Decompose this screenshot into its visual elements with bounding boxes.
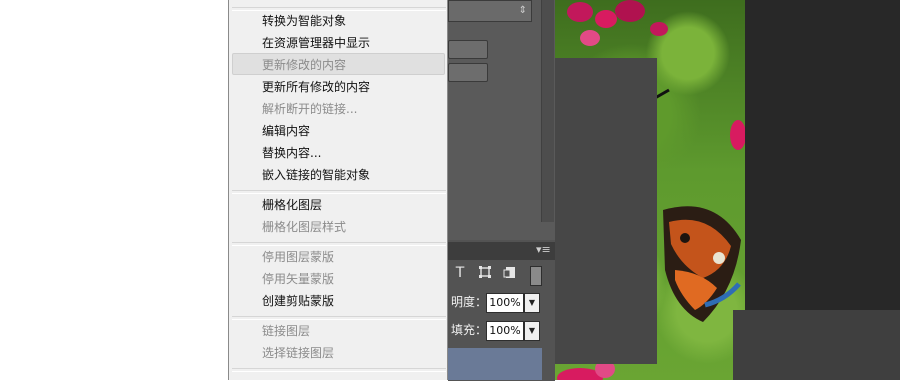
- pink-flower: [567, 2, 593, 22]
- menu-item-convert-to-smart-object[interactable]: 转换为智能对象: [262, 10, 346, 32]
- menu-item-create-clipping-mask[interactable]: 创建剪贴蒙版: [262, 290, 334, 312]
- type-filter-icon[interactable]: T: [452, 265, 468, 281]
- transform-filter-icon[interactable]: [477, 265, 493, 281]
- menu-item-update-modified-content[interactable]: 更新修改的内容: [262, 54, 346, 76]
- properties-scrollbar[interactable]: [541, 0, 554, 222]
- menu-item-replace-contents[interactable]: 替换内容...: [262, 142, 321, 164]
- opacity-label: 明度：: [451, 295, 488, 309]
- butterfly-wing: [663, 206, 741, 322]
- panel-menu-icon[interactable]: ▾≡: [536, 244, 551, 256]
- properties-button-1[interactable]: [448, 40, 488, 59]
- menu-item-disable-vector-mask[interactable]: 停用矢量蒙版: [262, 268, 334, 290]
- pink-flower: [580, 30, 600, 46]
- fill-input[interactable]: 100%: [486, 321, 524, 341]
- pink-flower: [730, 120, 745, 150]
- properties-panel: [448, 0, 555, 240]
- menu-item-rasterize-layer[interactable]: 栅格化图层: [262, 194, 322, 216]
- document-area-lower: [733, 310, 900, 380]
- smart-object-filter-icon[interactable]: [502, 265, 518, 281]
- pink-flower: [595, 10, 617, 28]
- filter-toggle-icon[interactable]: [530, 266, 542, 286]
- pink-flower: [615, 0, 645, 22]
- menu-separator: [232, 368, 446, 372]
- menu-item-select-linked-layers[interactable]: 选择链接图层: [262, 342, 334, 364]
- properties-dropdown[interactable]: ⇕: [448, 0, 532, 22]
- opacity-dropdown[interactable]: ▼: [524, 293, 540, 313]
- menu-item-link-layers[interactable]: 链接图层: [262, 320, 310, 342]
- fill-label: 填充：: [451, 323, 488, 337]
- floating-panel-overlay: [555, 58, 657, 364]
- menu-item-resolve-broken-link[interactable]: 解析断开的链接...: [262, 98, 357, 120]
- menu-item-update-all-modified-content[interactable]: 更新所有修改的内容: [262, 76, 370, 98]
- document-area-dark: [745, 0, 900, 310]
- fill-dropdown[interactable]: ▼: [524, 321, 540, 341]
- selected-layer-row[interactable]: [448, 348, 542, 380]
- properties-button-2[interactable]: [448, 63, 488, 82]
- menu-item-rasterize-layer-style[interactable]: 栅格化图层样式: [262, 216, 346, 238]
- menu-item-disable-layer-mask[interactable]: 停用图层蒙版: [262, 246, 334, 268]
- opacity-input[interactable]: 100%: [486, 293, 524, 313]
- chevron-updown-icon: ⇕: [518, 5, 527, 16]
- menu-item-show-in-explorer[interactable]: 在资源管理器中显示: [262, 32, 370, 54]
- menu-item-embed-linked[interactable]: 嵌入链接的智能对象: [262, 164, 370, 186]
- pink-flower: [650, 22, 668, 36]
- menu-item-edit-contents[interactable]: 编辑内容: [262, 120, 310, 142]
